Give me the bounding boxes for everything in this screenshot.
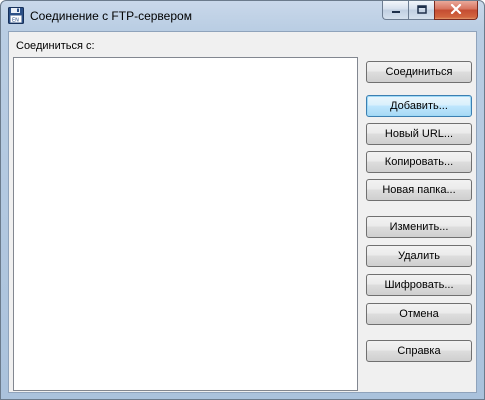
title-bar[interactable]: EN Соединение с FTP-сервером bbox=[1, 1, 484, 31]
cancel-button[interactable]: Отмена bbox=[366, 303, 472, 325]
maximize-icon bbox=[416, 1, 427, 19]
window-title: Соединение с FTP-сервером bbox=[30, 9, 192, 23]
svg-text:EN: EN bbox=[12, 18, 19, 24]
help-button[interactable]: Справка bbox=[366, 340, 472, 362]
maximize-button[interactable] bbox=[408, 1, 434, 20]
copy-button[interactable]: Копировать... bbox=[366, 151, 472, 173]
new-url-button[interactable]: Новый URL... bbox=[366, 123, 472, 145]
minimize-icon bbox=[391, 1, 401, 19]
ftp-connection-dialog: EN Соединение с FTP-сервером Соединиться… bbox=[0, 0, 485, 400]
minimize-button[interactable] bbox=[382, 1, 408, 20]
connect-to-label: Соединиться с: bbox=[16, 40, 95, 52]
edit-button[interactable]: Изменить... bbox=[366, 216, 472, 238]
encrypt-button[interactable]: Шифровать... bbox=[366, 274, 472, 296]
close-button[interactable] bbox=[434, 1, 478, 20]
floppy-disk-icon: EN bbox=[8, 7, 24, 24]
add-button[interactable]: Добавить... bbox=[366, 95, 472, 117]
server-list[interactable] bbox=[13, 57, 358, 391]
caption-buttons bbox=[382, 1, 478, 20]
delete-button[interactable]: Удалить bbox=[366, 245, 472, 267]
new-folder-button[interactable]: Новая папка... bbox=[366, 179, 472, 201]
dialog-client-area: Соединиться с: Соединиться Добавить... Н… bbox=[8, 31, 477, 393]
close-icon bbox=[450, 1, 462, 19]
connect-button[interactable]: Соединиться bbox=[366, 61, 472, 83]
